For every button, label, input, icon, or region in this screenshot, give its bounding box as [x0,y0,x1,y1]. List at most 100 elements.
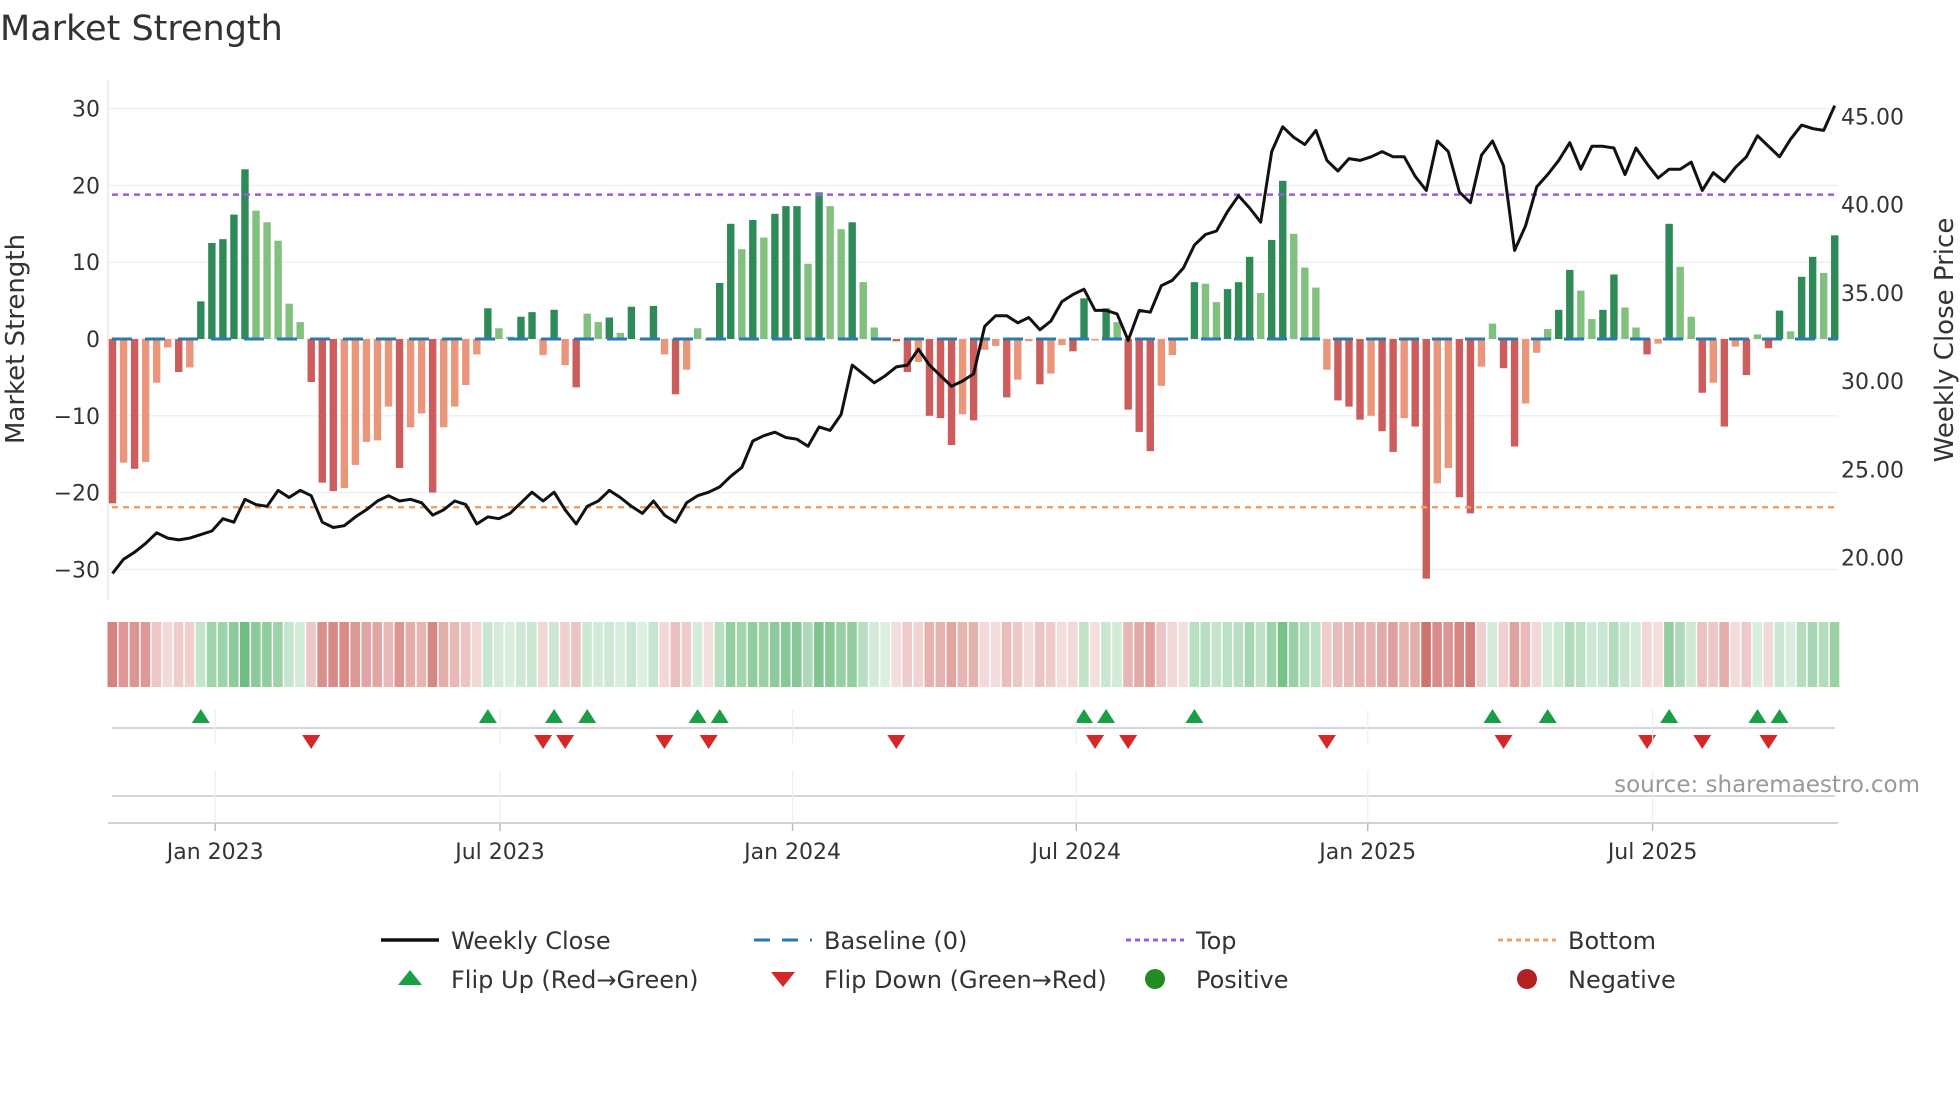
strength-bar [373,339,382,441]
strength-bar [1345,339,1353,407]
strength-bar [1334,339,1342,401]
flip-down-marker [699,735,718,749]
strength-bar [1389,339,1397,452]
strength-bar [1212,302,1221,339]
strength-bar [307,339,315,383]
flip-up-marker [191,709,210,723]
strength-bar [296,322,304,339]
strip-cell [1222,622,1233,687]
strip-cell [1465,622,1476,687]
y-tick-label: 30 [72,98,100,123]
strength-bar [164,339,172,348]
strip-cell [1233,622,1244,687]
strip-cell [1045,622,1056,687]
strip-cell [1366,622,1376,687]
strength-bar [539,339,547,356]
y-tick-label: −30 [54,558,100,583]
flip-up-marker [478,709,497,723]
strip-cell [416,622,427,687]
strength-bar [1157,339,1165,386]
strip-cell [438,622,449,687]
y-tick-label: −10 [54,405,100,430]
flip-down-marker [1086,735,1105,749]
strength-bar [561,339,569,366]
strength-bar [1279,180,1287,339]
strip-cell [107,622,118,687]
strength-bar [1665,223,1673,339]
legend-label: Flip Down (Green→Red) [824,966,1107,994]
strength-bar [1742,339,1751,376]
strip-cell [339,622,349,687]
strip-cell [736,622,747,687]
strip-cell [251,622,261,687]
strip-cell [957,622,968,687]
strip-cell [394,622,405,687]
strip-cell [648,622,659,687]
strip-cell [1056,622,1067,687]
strip-cell [880,622,890,687]
strip-cell [239,622,250,687]
strength-bar [859,282,867,339]
strength-bar [660,339,669,355]
strip-cell [814,622,824,687]
strip-cell [527,622,537,687]
strength-bar [517,316,525,339]
strength-bar [175,339,183,373]
strip-cell [1829,622,1840,687]
strip-cell [1288,622,1299,687]
strip-cell [1619,622,1630,687]
strength-bar [1234,282,1243,339]
strip-cell [1034,622,1045,687]
strip-cell [1266,622,1277,687]
strip-cell [593,622,603,687]
strip-cell [372,622,383,687]
legend-label: Top [1195,927,1237,955]
strength-bar [285,303,293,339]
y2-tick-label: 35.00 [1841,282,1904,307]
strength-bar [903,339,912,373]
strength-bar [760,237,768,339]
strip-cell [427,622,438,687]
strip-cell [1123,622,1133,687]
strength-bar [1190,282,1199,339]
strength-bar [1047,339,1055,374]
strip-cell [825,622,835,687]
strip-cell [990,622,1001,687]
strip-cell [504,622,515,687]
strength-bar [1610,274,1618,339]
strip-cell [968,622,979,687]
y2-axis-ticks: 20.00 25.00 30.00 35.00 40.00 45.00 [1841,105,1904,571]
strength-bar [1091,339,1099,341]
strip-cell [1597,622,1608,687]
strength-bar [1058,339,1066,346]
strip-cell [1642,622,1652,687]
strength-bar [1499,339,1508,369]
strength-bar [528,312,536,339]
legend-label: Flip Up (Red→Green) [451,966,699,994]
strength-bar [384,339,393,407]
strength-bar [1025,339,1033,342]
strength-bar [1466,339,1475,514]
flip-up-marker [1770,709,1789,723]
y-tick-label: 0 [86,328,100,353]
strength-bar [992,339,1000,346]
strength-bar [1201,283,1210,339]
flip-down-marker [1693,735,1712,749]
flip-down-marker [655,735,674,749]
strip-cell [1421,622,1431,687]
strength-bar [340,339,349,488]
strength-bar [1797,276,1806,339]
strength-bar [1378,339,1386,432]
strip-cell [615,622,625,687]
strip-cell [1001,622,1012,687]
strength-bar [1687,316,1695,339]
strip-cell [1321,622,1332,687]
strip-cell [935,622,946,687]
flip-down-marker [556,735,575,749]
flip-down-marker [1638,735,1657,749]
strip-cell [1818,622,1829,687]
strip-cell [913,622,924,687]
legend-flip-up-swatch [398,970,422,985]
strength-bar [451,339,459,407]
strength-bar [1124,339,1132,410]
